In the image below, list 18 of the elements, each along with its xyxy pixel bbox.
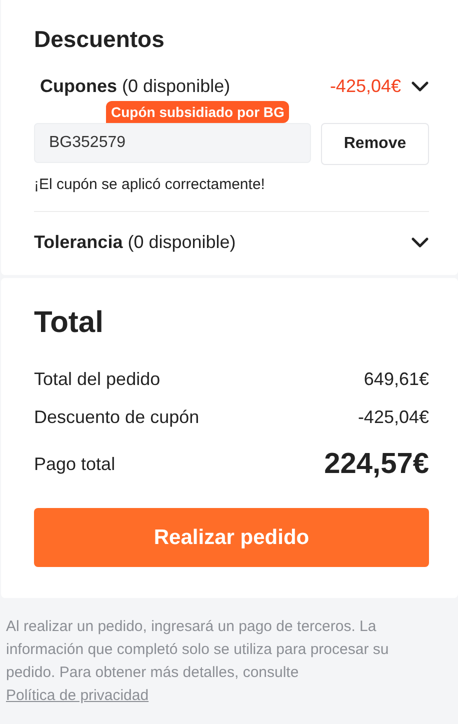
summary-label: Total del pedido bbox=[34, 368, 160, 390]
coupons-label[interactable]: Cupones (0 disponible) bbox=[40, 76, 230, 97]
chevron-down-icon[interactable] bbox=[411, 80, 429, 92]
success-message: ¡El cupón se aplicó correctamente! bbox=[34, 176, 266, 193]
section-title: Descuentos bbox=[34, 26, 166, 53]
tolerance-label[interactable]: Tolerancia (0 disponible) bbox=[34, 232, 236, 253]
coupon-code-field[interactable]: BG352579 bbox=[34, 123, 311, 163]
summary-label: Descuento de cupón bbox=[34, 406, 200, 428]
subsidy-badge: Cupón subsidiado por BG bbox=[106, 101, 290, 123]
chevron-down-icon[interactable] bbox=[411, 236, 429, 248]
grand-total-value: 224,57€ bbox=[324, 448, 429, 480]
summary-value: -425,04€ bbox=[358, 406, 429, 428]
summary-label: Pago total bbox=[34, 454, 116, 474]
summary-value: 649,61€ bbox=[364, 368, 429, 390]
section-title: Total bbox=[34, 306, 104, 340]
remove-button[interactable]: Remove bbox=[321, 123, 429, 165]
coupon-amount: -425,04€ bbox=[330, 76, 401, 97]
privacy-notice: Al realizar un pedido, ingresará un pago de terceros. La información que completó solo se utiliza para procesar su pedido. Para obtener más detalles, consulte Política de privacidad bbox=[6, 617, 390, 706]
